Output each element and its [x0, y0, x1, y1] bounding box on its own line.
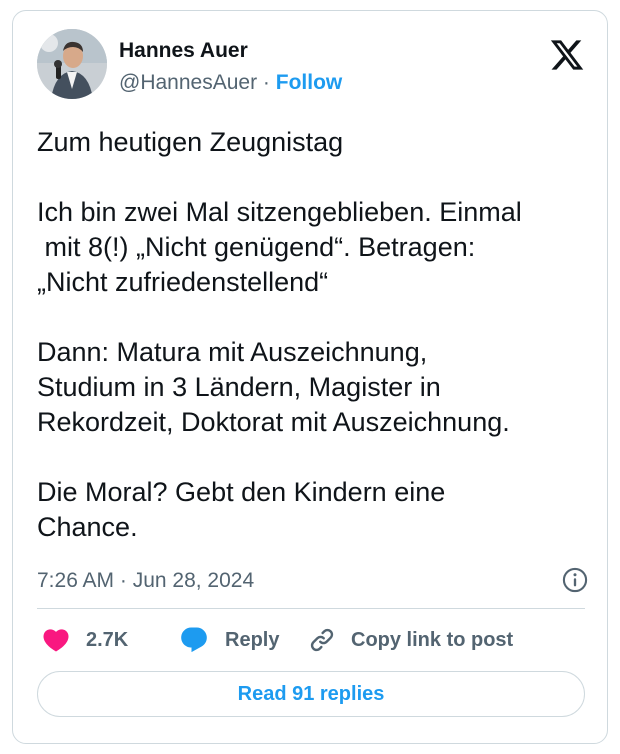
- avatar[interactable]: [37, 29, 107, 99]
- reply-button[interactable]: Reply: [179, 623, 279, 657]
- like-button[interactable]: 2.7K: [41, 623, 128, 657]
- reply-label: Reply: [225, 629, 280, 651]
- tweet-text: Zum heutigen Zeugnistag Ich bin zwei Mal…: [37, 127, 522, 542]
- copy-link-label: Copy link to post: [351, 629, 514, 651]
- timestamp[interactable]: 7:26 AM · Jun 28, 2024: [37, 568, 254, 594]
- divider: [37, 608, 585, 609]
- info-icon[interactable]: [561, 566, 589, 594]
- avatar-photo: [37, 29, 107, 99]
- speech-bubble-icon: [181, 627, 207, 653]
- like-count: 2.7K: [86, 629, 129, 651]
- link-icon: [310, 628, 334, 652]
- author-handle[interactable]: @HannesAuer: [119, 71, 257, 94]
- read-replies-button[interactable]: Read 91 replies: [37, 671, 585, 717]
- author-handle-row: @HannesAuer · Follow: [119, 70, 342, 96]
- author-name[interactable]: Hannes Auer: [119, 38, 248, 64]
- copy-link-button[interactable]: Copy link to post: [307, 623, 513, 657]
- x-logo-icon[interactable]: [549, 37, 585, 73]
- tweet-meta: 7:26 AM · Jun 28, 2024: [37, 566, 589, 596]
- action-bar: 2.7K Reply Copy link to post: [37, 623, 589, 657]
- tweet-card: Hannes Auer @HannesAuer · Follow Zum heu…: [12, 10, 608, 744]
- follow-button[interactable]: Follow: [276, 71, 343, 94]
- handle-separator: ·: [262, 71, 270, 94]
- heart-icon: [43, 629, 69, 652]
